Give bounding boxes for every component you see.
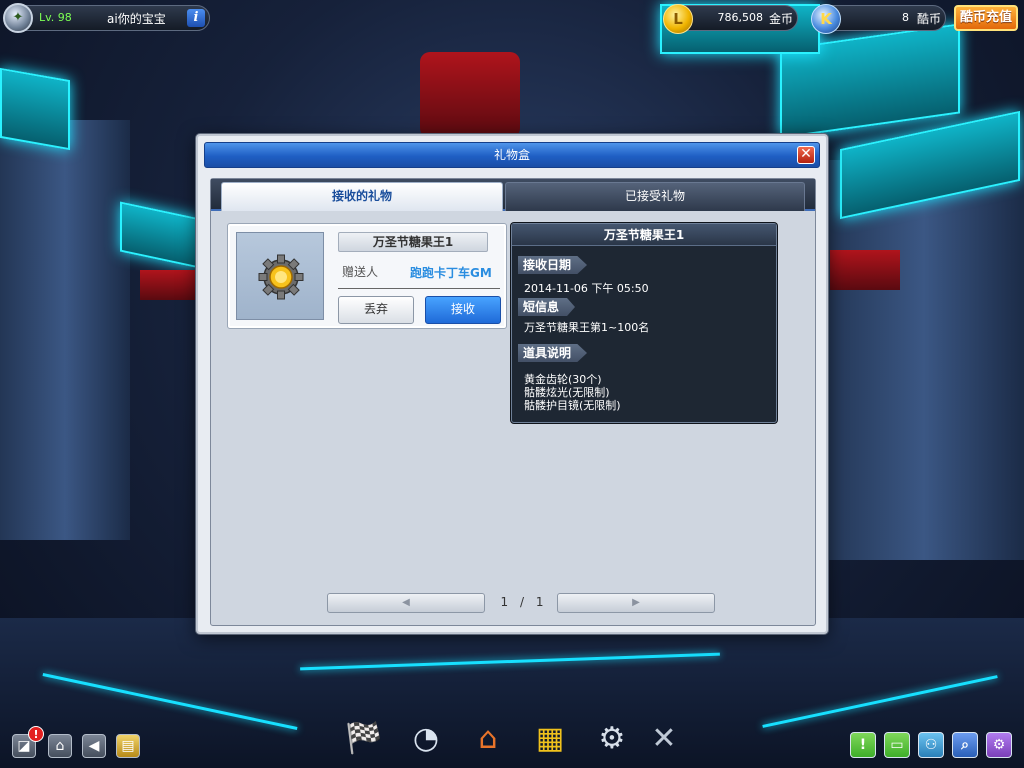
- total-pages: 1: [535, 595, 544, 609]
- kcoin-amount: 8: [902, 11, 909, 24]
- kcoin-currency: K 8 酷币: [811, 4, 946, 34]
- item-description-heading: 道具说明: [518, 344, 588, 362]
- home-icon[interactable]: ⌂: [48, 734, 72, 758]
- recharge-button[interactable]: 酷币充值: [954, 5, 1018, 31]
- shop-icon[interactable]: ▦: [524, 716, 576, 764]
- gold-currency: L 786,508 金币: [663, 4, 798, 34]
- player-profile[interactable]: ✦ Lv. 98 ai你的宝宝 i: [3, 3, 210, 33]
- race-kart-icon[interactable]: 🏁: [338, 716, 390, 764]
- receive-date-heading: 接收日期: [518, 256, 588, 274]
- message-value: 万圣节糖果王第1~100名: [524, 321, 650, 334]
- chat-icon[interactable]: ▭: [884, 732, 910, 758]
- discard-button[interactable]: 丢弃: [338, 296, 414, 324]
- dialog-titlebar: 礼物盒 ✕: [204, 142, 820, 168]
- prev-page-button[interactable]: ◀: [327, 593, 485, 613]
- dialog-body: 接收的礼物 已接受礼物 万圣节糖果王1 赠送人 跑跑卡丁车GM 丢弃 接收 万圣…: [210, 178, 816, 626]
- settings-icon[interactable]: ⚙: [986, 732, 1012, 758]
- tools-icon[interactable]: ✕: [638, 716, 690, 764]
- gold-amount: 786,508: [717, 11, 764, 24]
- gift-card[interactable]: 万圣节糖果王1 赠送人 跑跑卡丁车GM 丢弃 接收: [227, 223, 507, 329]
- player-level: Lv. 98: [39, 11, 72, 24]
- dialog-title: 礼物盒: [493, 148, 530, 162]
- player-name: ai你的宝宝: [107, 12, 166, 26]
- info-icon[interactable]: i: [187, 9, 205, 27]
- garage-icon[interactable]: ⌂: [462, 716, 514, 764]
- friends-icon[interactable]: ⚇: [918, 732, 944, 758]
- gold-coin-icon: L: [663, 4, 693, 34]
- divider: [338, 288, 500, 289]
- detail-title: 万圣节糖果王1: [512, 224, 776, 246]
- alert-badge: !: [28, 726, 44, 742]
- sender-name: 跑跑卡丁车GM: [410, 266, 492, 280]
- item-description-line: 黄金齿轮(30个): [524, 373, 602, 386]
- tab-accepted-gifts[interactable]: 已接受礼物: [505, 182, 805, 211]
- gift-box-dialog: 礼物盒 ✕ 接收的礼物 已接受礼物 万圣节糖果王1 赠送人 跑跑卡丁车GM 丢弃…: [196, 134, 828, 634]
- next-page-button[interactable]: ▶: [557, 593, 715, 613]
- kcoin-icon: K: [811, 4, 841, 34]
- close-button[interactable]: ✕: [797, 146, 815, 164]
- pagination: ◀ 1 / 1 ▶: [327, 593, 717, 615]
- golden-gear-icon: [258, 254, 304, 300]
- notes-icon[interactable]: ▤: [116, 734, 140, 758]
- sender-label: 赠送人: [342, 265, 379, 279]
- kcoin-unit: 酷币: [917, 12, 942, 26]
- rank-badge-icon: ✦: [3, 3, 33, 33]
- receive-date-value: 2014-11-06 下午 05:50: [524, 282, 649, 295]
- tab-bar: 接收的礼物 已接受礼物: [211, 179, 815, 211]
- gift-item-name: 万圣节糖果王1: [338, 232, 488, 252]
- item-description-line: 骷髅炫光(无限制): [524, 386, 610, 399]
- message-heading: 短信息: [518, 298, 576, 316]
- item-description-line: 骷髅护目镜(无限制): [524, 399, 621, 412]
- back-icon[interactable]: ◀: [82, 734, 106, 758]
- search-icon[interactable]: ⌕: [952, 732, 978, 758]
- quest-icon[interactable]: !: [850, 732, 876, 758]
- speedometer-icon[interactable]: ◔: [400, 716, 452, 764]
- top-bar: ✦ Lv. 98 ai你的宝宝 i L 786,508 金币 K 8 酷币 酷币…: [0, 0, 1024, 34]
- accept-button[interactable]: 接收: [425, 296, 501, 324]
- tab-received-gifts[interactable]: 接收的礼物: [221, 182, 503, 211]
- current-page: 1: [500, 595, 509, 609]
- gift-item-thumbnail: [236, 232, 324, 320]
- page-indicator: 1 / 1: [493, 595, 551, 609]
- gold-unit: 金币: [769, 12, 794, 26]
- page-separator: /: [519, 595, 525, 609]
- tuning-gear-icon[interactable]: ⚙: [586, 716, 638, 764]
- gift-detail-panel: 万圣节糖果王1 接收日期 2014-11-06 下午 05:50 短信息 万圣节…: [511, 223, 777, 423]
